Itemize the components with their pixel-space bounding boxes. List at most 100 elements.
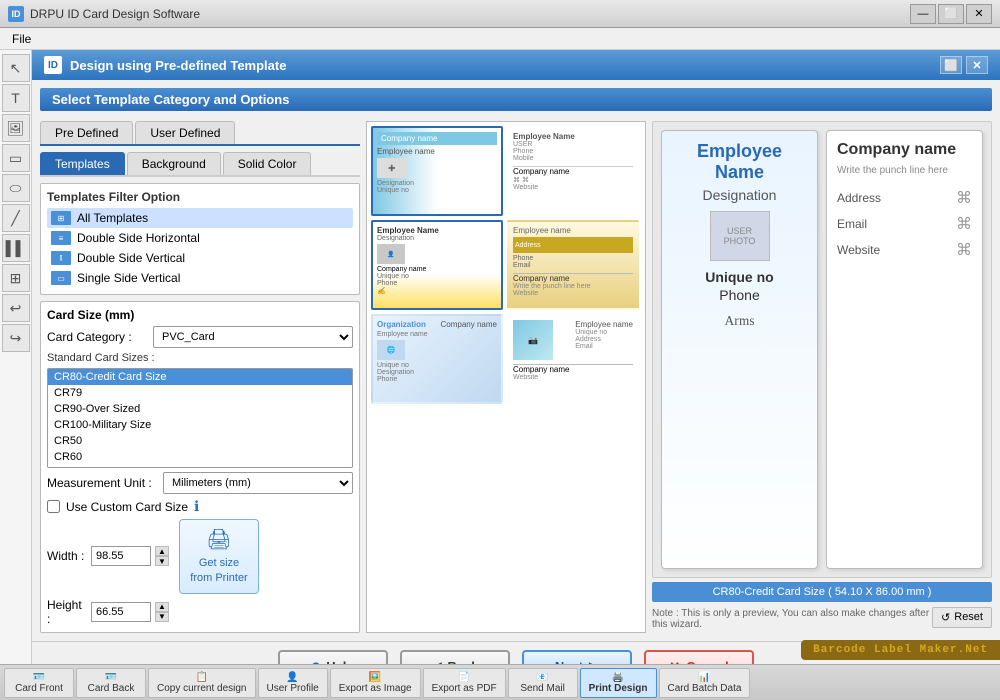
- size-list[interactable]: CR80-Credit Card Size CR79 CR90-Over Siz…: [47, 368, 353, 468]
- filter-icon-sv: ▭: [51, 271, 71, 285]
- preview-photo-box: USER PHOTO: [710, 211, 770, 261]
- main-window: File ↖ T 🖼 ▭ ⬭ ╱ ▌▌ ⊞ ↩ ↪ ID Design usin…: [0, 28, 1000, 700]
- filter-all-templates[interactable]: ⊞ All Templates: [47, 208, 353, 228]
- height-up[interactable]: ▲: [155, 602, 169, 612]
- taskbar-card-back[interactable]: 🪪 Card Back: [76, 668, 146, 698]
- tool-ellipse[interactable]: ⬭: [2, 174, 30, 202]
- standard-sizes-label: Standard Card Sizes :: [47, 352, 353, 364]
- template-thumb-4[interactable]: Employee name Address Phone Email Compan…: [507, 220, 639, 310]
- maximize-button[interactable]: ⬜: [938, 4, 964, 24]
- filter-title: Templates Filter Option: [47, 190, 353, 204]
- menu-bar: File: [0, 28, 1000, 50]
- card-size-section: Card Size (mm) Card Category : PVC_Card …: [40, 301, 360, 633]
- measurement-dropdown[interactable]: Milimeters (mm): [163, 472, 353, 494]
- tab-background[interactable]: Background: [127, 152, 221, 175]
- size-cr50[interactable]: CR50: [48, 433, 352, 449]
- filter-icon-dv: ⫾: [51, 251, 71, 265]
- preview-card-back: Company name Write the punch line here A…: [826, 130, 983, 569]
- template-thumb-3[interactable]: Employee Name Designation 👤 Company name…: [371, 220, 503, 310]
- cancel-button[interactable]: ✕ Cancel: [644, 650, 754, 664]
- back-email-icon: ⌘: [956, 214, 972, 234]
- taskbar-export-pdf[interactable]: 📄 Export as PDF: [423, 668, 506, 698]
- taskbar-send-mail[interactable]: 📧 Send Mail: [508, 668, 578, 698]
- back-address-label: Address: [837, 191, 881, 205]
- height-input[interactable]: [91, 602, 151, 622]
- next-button[interactable]: Next ▶: [522, 650, 632, 664]
- width-down[interactable]: ▼: [155, 556, 169, 566]
- left-panel: Pre Defined User Defined Templates Backg…: [40, 121, 360, 633]
- preview-signature: ᴬʳᵐˢ: [672, 311, 807, 337]
- tool-arrow[interactable]: ↖: [2, 54, 30, 82]
- section-title: Select Template Category and Options: [40, 88, 992, 111]
- filter-single-vert[interactable]: ▭ Single Side Vertical: [47, 268, 353, 288]
- width-up[interactable]: ▲: [155, 546, 169, 556]
- reset-button[interactable]: ↺ Reset: [932, 607, 992, 628]
- category-label: Card Category :: [47, 330, 147, 344]
- tool-redo[interactable]: ↪: [2, 324, 30, 352]
- taskbar-card-front[interactable]: 🪪 Card Front: [4, 668, 74, 698]
- tool-text[interactable]: T: [2, 84, 30, 112]
- measurement-label: Measurement Unit :: [47, 476, 157, 490]
- template-thumb-1[interactable]: Company name Employee name ➕ Designation…: [371, 126, 503, 216]
- back-button[interactable]: ◀ Back: [400, 650, 510, 664]
- tool-image[interactable]: 🖼: [2, 114, 30, 142]
- template-thumb-2[interactable]: Employee Name USER Phone Mobile Company …: [507, 126, 639, 216]
- sub-tabs: Templates Background Solid Color: [40, 152, 360, 177]
- tab-solidcolor[interactable]: Solid Color: [223, 152, 312, 175]
- width-input[interactable]: [91, 546, 151, 566]
- taskbar-print-design[interactable]: 🖨️ Print Design: [580, 668, 657, 698]
- category-dropdown[interactable]: PVC_Card: [153, 326, 353, 348]
- wh-row: Width : ▲ ▼ 🖨 Get size from Prin: [47, 519, 353, 594]
- get-size-button[interactable]: 🖨 Get size from Printer: [179, 519, 259, 594]
- size-cr79[interactable]: CR79: [48, 385, 352, 401]
- content-area: ↖ T 🖼 ▭ ⬭ ╱ ▌▌ ⊞ ↩ ↪ ID Design using Pre…: [0, 50, 1000, 664]
- window-controls: — ⬜ ✕: [910, 4, 992, 24]
- preview-card-front: Employee Name Designation USER PHOTO Uni…: [661, 130, 818, 569]
- print-label: Print Design: [589, 683, 648, 694]
- filter-double-vert[interactable]: ⫾ Double Side Vertical: [47, 248, 353, 268]
- menu-file[interactable]: File: [4, 30, 39, 48]
- tool-undo[interactable]: ↩: [2, 294, 30, 322]
- card-back-label: Card Back: [88, 683, 135, 694]
- dialog-close[interactable]: ✕: [966, 56, 988, 74]
- template-scroll[interactable]: Company name Employee name ➕ Designation…: [367, 122, 645, 632]
- size-cr90[interactable]: CR90-Over Sized: [48, 401, 352, 417]
- tool-line[interactable]: ╱: [2, 204, 30, 232]
- size-cr70[interactable]: CR70: [48, 465, 352, 468]
- tab-templates[interactable]: Templates: [40, 152, 125, 175]
- tab-userdefined[interactable]: User Defined: [135, 121, 235, 144]
- height-down[interactable]: ▼: [155, 612, 169, 622]
- info-icon[interactable]: ℹ: [194, 498, 199, 515]
- template-thumb-5[interactable]: Organization Company name Employee name …: [371, 314, 503, 404]
- custom-size-checkbox[interactable]: [47, 500, 60, 513]
- taskbar-card-batch[interactable]: 📊 Card Batch Data: [659, 668, 751, 698]
- filter-double-horiz[interactable]: ≡ Double Side Horizontal: [47, 228, 353, 248]
- height-label: Height :: [47, 598, 87, 626]
- taskbar-export-image[interactable]: 🖼️ Export as Image: [330, 668, 421, 698]
- tool-rect[interactable]: ▭: [2, 144, 30, 172]
- size-cr60[interactable]: CR60: [48, 449, 352, 465]
- taskbar-user-profile[interactable]: 👤 User Profile: [258, 668, 328, 698]
- filter-icon-all: ⊞: [51, 211, 71, 225]
- taskbar-copy-design[interactable]: 📋 Copy current design: [148, 668, 256, 698]
- tab-predefined[interactable]: Pre Defined: [40, 121, 133, 144]
- template-thumb-6[interactable]: 📷 Employee name Unique no Address Email: [507, 314, 639, 404]
- dialog-content: Select Template Category and Options Pre…: [32, 80, 1000, 641]
- main-panel: Pre Defined User Defined Templates Backg…: [40, 121, 992, 633]
- app-icon: ID: [8, 6, 24, 22]
- dialog: ID Design using Pre-defined Template ⬜ ✕…: [32, 50, 1000, 664]
- tool-qr[interactable]: ⊞: [2, 264, 30, 292]
- help-button[interactable]: ? Help: [278, 650, 388, 664]
- minimize-button[interactable]: —: [910, 4, 936, 24]
- tool-barcode[interactable]: ▌▌: [2, 234, 30, 262]
- size-cr100[interactable]: CR100-Military Size: [48, 417, 352, 433]
- close-button[interactable]: ✕: [966, 4, 992, 24]
- taskbar: 🪪 Card Front 🪪 Card Back 📋 Copy current …: [0, 664, 1000, 700]
- dialog-icon: ID: [44, 56, 62, 74]
- dialog-maximize[interactable]: ⬜: [940, 56, 962, 74]
- preview-unique: Unique no: [672, 269, 807, 285]
- size-cr80[interactable]: CR80-Credit Card Size: [48, 369, 352, 385]
- back-website-label: Website: [837, 243, 880, 257]
- mail-icon: 📧: [536, 672, 548, 683]
- preview-photo-label: USER PHOTO: [711, 226, 769, 246]
